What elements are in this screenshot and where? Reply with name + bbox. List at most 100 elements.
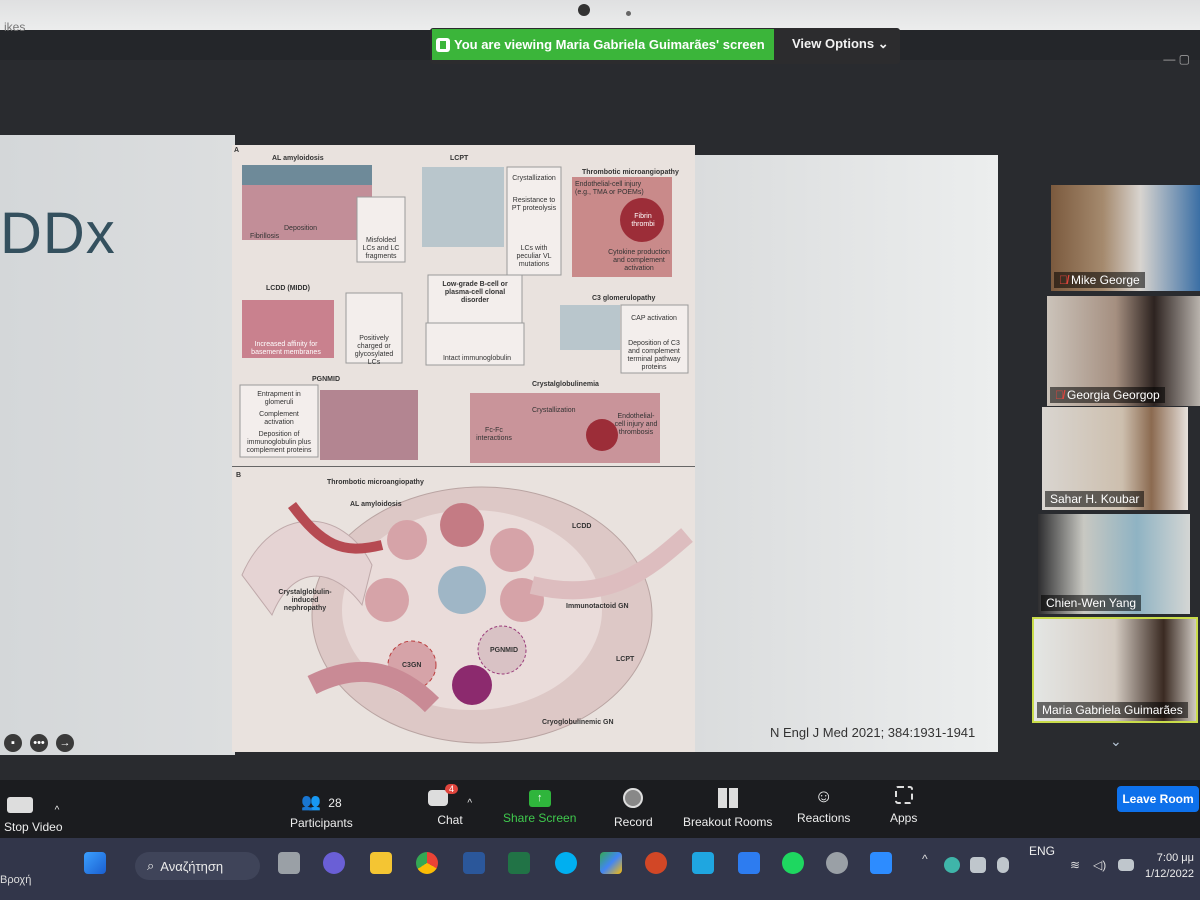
clock-date: 1/12/2022	[1145, 868, 1194, 880]
window-titlebar	[0, 0, 1200, 30]
screen-share-icon	[436, 37, 450, 52]
taskbar-search[interactable]: ⌕ Αναζήτηση	[135, 852, 260, 880]
fig-label: Crystalglobulinemia	[532, 381, 599, 388]
viewing-text: You are viewing Maria Gabriela Guimarães…	[454, 37, 765, 52]
participant-tile[interactable]: Chien-Wen Yang	[1038, 514, 1190, 614]
slide-right-panel	[695, 155, 998, 752]
gallery-scroll-down-icon[interactable]: ⌄	[1110, 733, 1122, 750]
fig-label: PGNMID	[312, 376, 340, 383]
fig-label: Cryoglobulinemic GN	[542, 719, 614, 726]
stop-video-button[interactable]: ^ Stop Video	[4, 797, 63, 834]
share-screen-label: Share Screen	[503, 811, 577, 825]
zoom-icon[interactable]	[870, 852, 892, 874]
language-indicator[interactable]: ENG	[1029, 844, 1055, 858]
participant-name: Sahar H. Koubar	[1050, 492, 1140, 506]
task-view-icon[interactable]	[278, 852, 300, 874]
wifi-icon[interactable]: ≋	[1070, 858, 1086, 872]
slide-citation: N Engl J Med 2021; 384:1931-1941	[770, 725, 976, 740]
volume-icon[interactable]: ◁)	[1093, 858, 1109, 872]
share-screen-button[interactable]: ↑ Share Screen	[503, 790, 576, 825]
reactions-label: Reactions	[797, 811, 851, 825]
apps-button[interactable]: Apps	[890, 786, 917, 825]
participant-tile-active-speaker[interactable]: Maria Gabriela Guimarães	[1032, 617, 1198, 723]
participants-button[interactable]: 👥 28 Participants	[290, 792, 353, 830]
fig-label: Positively charged or glycosylated LCs	[354, 335, 394, 367]
record-button[interactable]: Record	[614, 788, 653, 829]
next-arrow-icon[interactable]: →	[56, 734, 74, 752]
camera-off-icon[interactable]: ▪	[4, 734, 22, 752]
apps-label: Apps	[890, 811, 918, 825]
microphone-icon[interactable]	[997, 857, 1009, 873]
spotify-icon[interactable]	[782, 852, 804, 874]
video-camera-icon	[7, 797, 34, 813]
fig-label: LCDD	[572, 523, 592, 530]
start-icon[interactable]	[84, 852, 106, 874]
pen-app-icon[interactable]	[738, 852, 760, 874]
webcam-sensor	[626, 11, 631, 16]
sync-icon[interactable]	[970, 857, 986, 873]
fig-label: AL amyloidosis	[350, 501, 402, 508]
mic-muted-icon: 🎙̸	[1059, 273, 1068, 287]
fig-label: Fibrin thrombi	[631, 213, 655, 229]
smiley-plus-icon: ☺	[814, 786, 833, 806]
breakout-rooms-icon	[717, 788, 738, 808]
participant-tile[interactable]: 🎙̸ Mike George	[1051, 185, 1200, 291]
nejm-figure: A B AL amyloidosis LCPT Thrombotic micro…	[232, 145, 695, 752]
participants-count: 28	[328, 796, 342, 810]
file-explorer-icon[interactable]	[370, 852, 392, 874]
fig-label: LCDD (MIDD)	[266, 285, 310, 292]
meeting-toolbar	[0, 780, 1200, 838]
webcam-indicator	[578, 4, 590, 16]
fig-label: Resistance to PT proteolysis	[511, 197, 557, 213]
fig-label: AL amyloidosis	[272, 155, 324, 162]
leave-room-button[interactable]: Leave Room	[1117, 786, 1199, 812]
weather-widget[interactable]: Βροχή	[0, 874, 31, 886]
fig-label: CAP activation	[631, 315, 677, 322]
fig-label: LCs with peculiar VL mutations	[516, 245, 552, 269]
participant-tile[interactable]: 🎙̸ Georgia Georgop	[1047, 296, 1200, 406]
participant-name: Georgia Georgop	[1067, 388, 1160, 402]
fig-label: Crystallization	[532, 407, 576, 414]
slide-controls: ▪ ••• →	[4, 734, 74, 752]
caret-up-icon[interactable]: ^	[467, 798, 472, 809]
google-drive-icon[interactable]	[600, 852, 622, 874]
viewing-banner: You are viewing Maria Gabriela Guimarães…	[432, 29, 774, 60]
remote-desktop-icon[interactable]	[692, 852, 714, 874]
fig-label: C3 glomerulopathy	[592, 295, 656, 302]
participant-name: Maria Gabriela Guimarães	[1042, 703, 1183, 717]
chat-unread-badge: 4	[444, 784, 458, 794]
edge-tray-icon[interactable]	[944, 857, 960, 873]
fig-label: LCPT	[450, 155, 469, 162]
powerpoint-icon[interactable]	[645, 852, 667, 874]
fig-label: Fibrillosis	[250, 233, 280, 240]
chat-bubble-icon	[428, 790, 448, 806]
participant-name-tag: 🎙̸ Mike George	[1054, 272, 1145, 288]
fig-label: Endothelial-cell injury and thrombosis	[614, 413, 658, 437]
participants-icon: 👥	[301, 794, 321, 811]
view-options-label: View Options	[792, 36, 875, 51]
window-title: ikes	[4, 20, 26, 34]
tray-expand-icon[interactable]: ^	[922, 852, 936, 874]
participant-tile[interactable]: Sahar H. Koubar	[1042, 407, 1188, 510]
window-controls[interactable]: — ▢	[1163, 52, 1190, 66]
participants-label: Participants	[290, 816, 353, 830]
reactions-button[interactable]: ☺ Reactions	[797, 786, 850, 825]
more-icon[interactable]: •••	[30, 734, 48, 752]
battery-icon[interactable]	[1118, 859, 1134, 871]
breakout-rooms-button[interactable]: Breakout Rooms	[683, 788, 772, 829]
settings-gear-icon[interactable]	[826, 852, 848, 874]
record-icon	[623, 788, 644, 808]
skype-icon[interactable]	[555, 852, 577, 874]
fig-label: PGNMID	[490, 647, 518, 654]
word-icon[interactable]	[463, 852, 485, 874]
chat-button[interactable]: 4 ^ Chat	[428, 784, 472, 827]
fig-label: Endothelial-cell injury (e.g., TMA or PO…	[575, 181, 644, 197]
teams-chat-icon[interactable]	[323, 852, 345, 874]
taskbar-clock[interactable]: 7:00 μμ 1/12/2022	[1145, 850, 1194, 882]
view-options-button[interactable]: View Options ⌄	[792, 36, 889, 52]
chrome-icon[interactable]	[416, 852, 438, 874]
caret-up-icon[interactable]: ^	[55, 805, 60, 816]
excel-icon[interactable]	[508, 852, 530, 874]
clock-time: 7:00 μμ	[1156, 852, 1194, 864]
figure-divider	[232, 466, 695, 467]
